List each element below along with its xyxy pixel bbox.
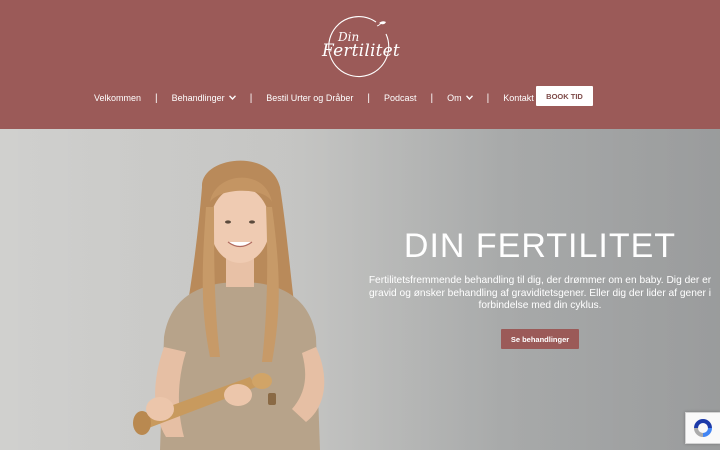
hero-section: DIN FERTILITET Fertilitetsfremmende beha…: [0, 129, 720, 450]
see-treatments-button[interactable]: Se behandlinger: [501, 329, 579, 349]
nav-item-label: Bestil Urter og Dråber: [266, 93, 354, 103]
nav-separator: |: [155, 92, 158, 104]
nav-separator: |: [367, 92, 370, 104]
book-button[interactable]: BOOK TID: [536, 86, 593, 106]
logo[interactable]: Din Fertilitet: [316, 14, 404, 80]
nav-item-velkommen[interactable]: Velkommen: [94, 93, 141, 103]
recaptcha-badge[interactable]: [685, 412, 720, 444]
hero-person-image: [133, 160, 325, 450]
hero-description: Fertilitetsfremmende behandling til dig,…: [368, 275, 712, 311]
recaptcha-icon: [694, 419, 712, 437]
nav-item-label: Velkommen: [94, 93, 142, 103]
nav-item-kontakt[interactable]: Kontakt: [503, 93, 534, 103]
nav-separator: |: [486, 92, 490, 104]
nav-item-behandlinger[interactable]: Behandlinger: [172, 93, 236, 103]
chevron-down-icon: [465, 94, 473, 102]
nav-separator: |: [249, 92, 253, 104]
nav-item-bestil-urter[interactable]: Bestil Urter og Dråber: [266, 93, 353, 103]
site-header: Din Fertilitet Velkommen | Behandlinger …: [0, 0, 720, 129]
nav-item-label: Podcast: [383, 93, 417, 103]
nav-item-label: Behandlinger: [171, 93, 225, 103]
chevron-down-icon: [228, 94, 236, 102]
logo-name: Fertilitet: [322, 41, 400, 61]
nav-item-om[interactable]: Om: [447, 93, 473, 103]
nav-separator: |: [430, 92, 434, 104]
nav-item-label: Om: [447, 93, 462, 103]
nav-item-label: Kontakt: [503, 93, 534, 103]
main-nav: Velkommen | Behandlinger | Bestil Urter …: [94, 90, 534, 106]
hero-title: DIN FERTILITET: [403, 227, 677, 265]
nav-item-podcast[interactable]: Podcast: [384, 93, 417, 103]
